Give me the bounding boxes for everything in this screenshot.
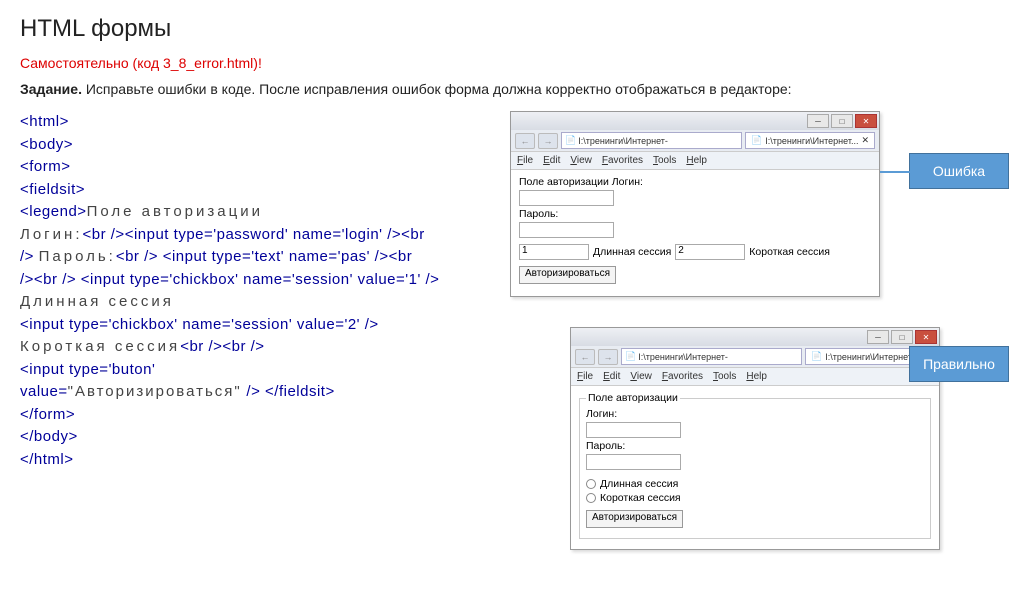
password-input[interactable] (586, 454, 681, 470)
session2-input[interactable]: 2 (675, 244, 745, 260)
menu-favorites[interactable]: Favorites (602, 155, 643, 166)
navbar: ← → 📄 I:\тренинги\Интернет- 📄 I:\тренинг… (571, 346, 939, 368)
menu-edit[interactable]: Edit (543, 155, 560, 166)
menu-view[interactable]: View (630, 371, 652, 382)
menu-edit[interactable]: Edit (603, 371, 620, 382)
page-content-error: Поле авторизации Логин: Пароль: 1 Длинна… (511, 170, 879, 296)
task-label: Задание. (20, 81, 82, 97)
menu-bar: File Edit View Favorites Tools Help (511, 152, 879, 170)
page-title: HTML формы (20, 15, 1004, 43)
code-block: <html> <body> <form> <fieldsit> <legend>… (20, 111, 490, 580)
close-button[interactable]: ✕ (855, 114, 877, 128)
menu-file[interactable]: File (577, 371, 593, 382)
menu-tools[interactable]: Tools (653, 155, 676, 166)
login-input[interactable] (586, 422, 681, 438)
forward-icon[interactable]: → (538, 133, 558, 149)
menu-tools[interactable]: Tools (713, 371, 736, 382)
subtitle: Самостоятельно (код 3_8_error.html)! (20, 55, 1004, 71)
address-bar[interactable]: 📄 I:\тренинги\Интернет- (621, 348, 802, 365)
maximize-button[interactable]: □ (891, 330, 913, 344)
menu-favorites[interactable]: Favorites (662, 371, 703, 382)
session1-input[interactable]: 1 (519, 244, 589, 260)
back-icon[interactable]: ← (515, 133, 535, 149)
titlebar: ─ □ ✕ (511, 112, 879, 130)
login-input[interactable] (519, 190, 614, 206)
fieldset-auth: Поле авторизации Логин: Пароль: Длинная … (579, 392, 931, 539)
menu-view[interactable]: View (570, 155, 592, 166)
page-content-correct: Поле авторизации Логин: Пароль: Длинная … (571, 386, 939, 549)
browser-error: ─ □ ✕ ← → 📄 I:\тренинги\Интернет- 📄 I:\т… (510, 111, 880, 297)
address-bar[interactable]: 📄 I:\тренинги\Интернет- (561, 132, 742, 149)
tab[interactable]: 📄 I:\тренинги\Интернет... ✕ (745, 132, 875, 149)
legend: Поле авторизации (586, 392, 680, 404)
minimize-button[interactable]: ─ (807, 114, 829, 128)
navbar: ← → 📄 I:\тренинги\Интернет- 📄 I:\тренинг… (511, 130, 879, 152)
menu-file[interactable]: File (517, 155, 533, 166)
submit-button[interactable]: Авторизироваться (519, 266, 616, 284)
browser-correct: ─ □ ✕ ← → 📄 I:\тренинги\Интернет- 📄 I:\т… (570, 327, 940, 550)
task-text: Исправьте ошибки в коде. После исправлен… (82, 81, 792, 97)
radio-long[interactable] (586, 479, 596, 489)
password-input[interactable] (519, 222, 614, 238)
minimize-button[interactable]: ─ (867, 330, 889, 344)
callout-line (880, 171, 925, 173)
maximize-button[interactable]: □ (831, 114, 853, 128)
task-description: Задание. Исправьте ошибки в коде. После … (20, 81, 1004, 97)
menu-help[interactable]: Help (686, 155, 707, 166)
menu-help[interactable]: Help (746, 371, 767, 382)
radio-short[interactable] (586, 493, 596, 503)
forward-icon[interactable]: → (598, 349, 618, 365)
submit-button[interactable]: Авторизироваться (586, 510, 683, 528)
back-icon[interactable]: ← (575, 349, 595, 365)
titlebar: ─ □ ✕ (571, 328, 939, 346)
close-button[interactable]: ✕ (915, 330, 937, 344)
callout-correct: Правильно (909, 346, 1009, 382)
menu-bar: File Edit View Favorites Tools Help (571, 368, 939, 386)
